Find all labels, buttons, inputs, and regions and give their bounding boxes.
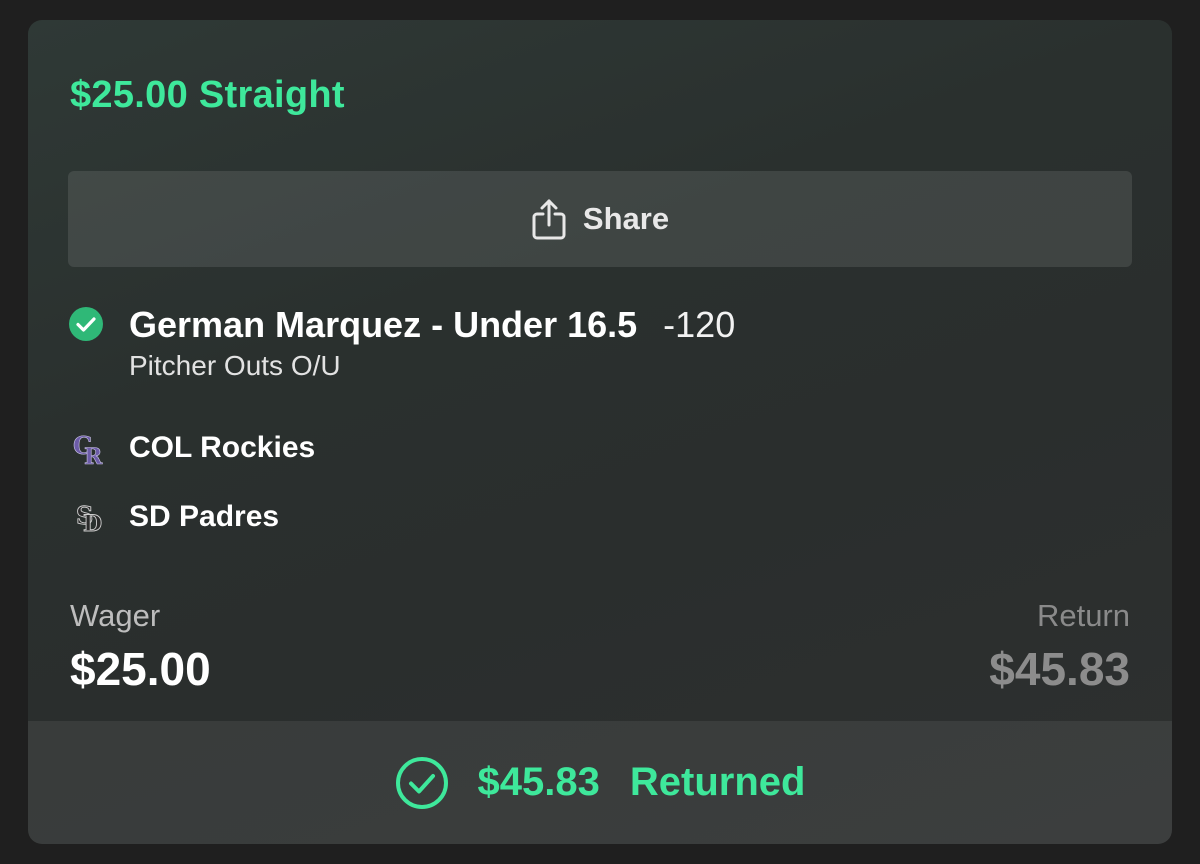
share-icon (532, 199, 566, 240)
return-value: $45.83 (989, 643, 1130, 695)
returned-amount: $45.83 (477, 760, 600, 804)
svg-text:R: R (84, 444, 103, 468)
leg-odds: -120 (663, 304, 736, 345)
padres-logo-icon: S D (68, 496, 110, 538)
check-circle-icon (69, 307, 103, 341)
team-name: COL Rockies (129, 431, 316, 464)
bet-card: $25.00 Straight Share German Marquez - U… (28, 20, 1172, 844)
bet-result-footer: $45.83 Returned (28, 721, 1172, 844)
bet-title: $25.00 Straight (70, 74, 345, 116)
leg-title: German Marquez - Under 16.5 -120 (129, 304, 735, 346)
rockies-logo-icon: C R (68, 427, 110, 469)
svg-text:D: D (83, 511, 102, 536)
wager-label: Wager (70, 598, 161, 633)
returned-status: Returned (629, 760, 806, 804)
return-label: Return (1036, 598, 1130, 633)
share-button[interactable]: Share (68, 171, 1132, 267)
check-circle-outline-icon (395, 756, 448, 809)
wager-value: $25.00 (70, 643, 211, 695)
team-name: SD Padres (129, 500, 280, 533)
team-row-home: S D SD Padres (68, 496, 280, 538)
leg-selection: German Marquez - Under 16.5 (129, 304, 638, 345)
share-label: Share (582, 201, 670, 236)
leg-market: Pitcher Outs O/U (129, 350, 341, 381)
team-row-away: C R COL Rockies (68, 427, 315, 469)
